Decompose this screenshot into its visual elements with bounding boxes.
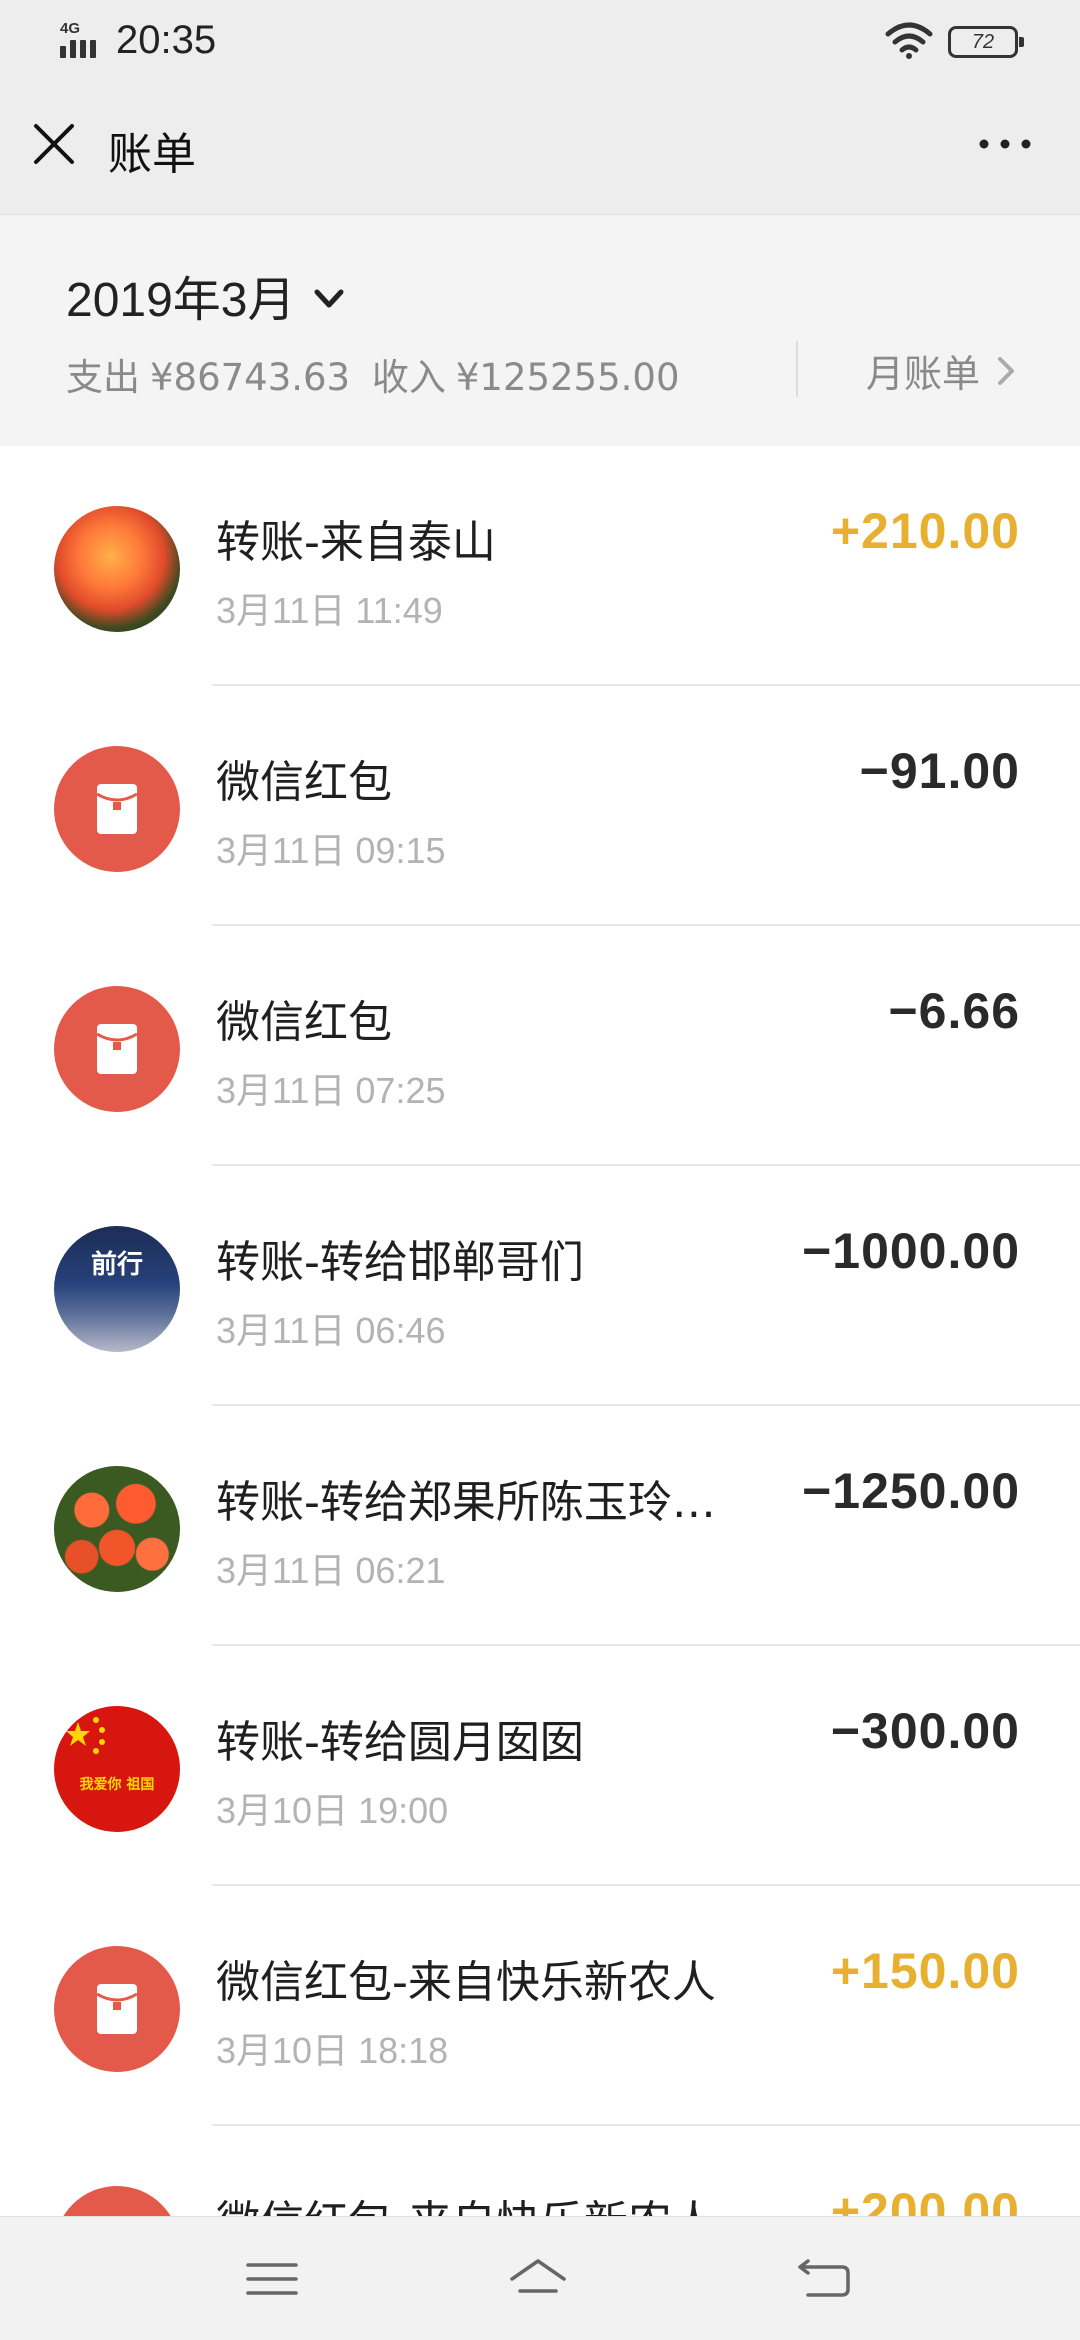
monthly-bill-label: 月账单 bbox=[866, 352, 981, 396]
red-packet-icon bbox=[54, 746, 180, 872]
transaction-amount: +150.00 bbox=[830, 1943, 1020, 1999]
income-label: 收入 bbox=[371, 356, 446, 399]
transaction-time: 3月11日 11:49 bbox=[216, 590, 443, 631]
signal-icon: 4G bbox=[58, 20, 108, 58]
peach-avatar bbox=[54, 506, 180, 632]
transaction-name: 微信红包 bbox=[216, 997, 392, 1048]
chevron-right-icon bbox=[998, 356, 1015, 385]
transaction-time: 3月10日 19:00 bbox=[216, 1790, 449, 1831]
transaction-amount: +210.00 bbox=[830, 503, 1020, 559]
transaction-row[interactable]: 转账-转给郑果所陈玉玲… 3月11日 06:21 −1250.00 bbox=[0, 1406, 1080, 1646]
close-icon[interactable] bbox=[28, 118, 80, 170]
home-icon[interactable] bbox=[506, 2247, 570, 2311]
status-bar: 4G 20:35 72 bbox=[0, 0, 1080, 88]
divider bbox=[796, 341, 798, 397]
expense-value: ¥86743.63 bbox=[150, 356, 351, 399]
transaction-row[interactable]: 微信红包 3月11日 07:25 −6.66 bbox=[0, 926, 1080, 1166]
title-bar: 账单 bbox=[0, 88, 1080, 214]
transaction-name: 转账-转给邯郸哥们 bbox=[216, 1237, 584, 1288]
month-picker[interactable]: 2019年3月 bbox=[66, 265, 349, 327]
wifi-icon bbox=[885, 22, 933, 59]
transaction-amount: −6.66 bbox=[888, 983, 1020, 1039]
transaction-amount: −1000.00 bbox=[802, 1223, 1020, 1279]
transaction-row[interactable]: 微信红包 3月11日 09:15 −91.00 bbox=[0, 686, 1080, 926]
totals: 支出 ¥86743.63 收入 ¥125255.00 bbox=[66, 347, 690, 401]
transaction-time: 3月11日 07:25 bbox=[216, 1070, 446, 1111]
transaction-name: 微信红包-来自快乐新农人 bbox=[216, 1957, 716, 2008]
transaction-time: 3月11日 06:21 bbox=[216, 1550, 446, 1591]
transaction-row[interactable]: 转账-来自泰山 3月11日 11:49 +210.00 bbox=[0, 446, 1080, 686]
red-packet-icon bbox=[54, 986, 180, 1112]
page-title: 账单 bbox=[108, 129, 196, 180]
system-nav-bar bbox=[0, 2216, 1080, 2340]
menu-icon[interactable] bbox=[240, 2247, 304, 2311]
month-summary: 2019年3月 支出 ¥86743.63 收入 ¥125255.00 月账单 bbox=[0, 214, 1080, 446]
network-type: 4G bbox=[60, 20, 81, 37]
red-packet-icon bbox=[54, 1946, 180, 2072]
flag-avatar: 我爱你 祖国 bbox=[54, 1706, 180, 1832]
peaches-avatar bbox=[54, 1466, 180, 1592]
expense-label: 支出 bbox=[66, 356, 140, 399]
back-icon[interactable] bbox=[792, 2247, 856, 2311]
transaction-time: 3月11日 09:15 bbox=[216, 830, 446, 871]
transaction-name: 转账-转给郑果所陈玉玲… bbox=[216, 1477, 716, 1528]
avatar-text: 我爱你 祖国 bbox=[79, 1777, 155, 1793]
more-icon[interactable] bbox=[970, 118, 1040, 170]
transaction-list: 转账-来自泰山 3月11日 11:49 +210.00 微信红包 3月11日 0… bbox=[0, 446, 1080, 2340]
monthly-bill-link[interactable]: 月账单 bbox=[866, 343, 1020, 398]
transaction-row[interactable]: 前行 转账-转给邯郸哥们 3月11日 06:46 −1000.00 bbox=[0, 1166, 1080, 1406]
chevron-down-icon bbox=[314, 289, 344, 308]
avatar-text: 前行 bbox=[90, 1250, 143, 1280]
battery-indicator: 72 bbox=[948, 26, 1024, 58]
income-value: ¥125255.00 bbox=[455, 356, 680, 399]
transaction-row[interactable]: 微信红包-来自快乐新农人 3月10日 18:18 +150.00 bbox=[0, 1886, 1080, 2126]
transaction-name: 转账-转给圆月囡囡 bbox=[216, 1717, 584, 1768]
transaction-name: 微信红包 bbox=[216, 757, 392, 808]
transaction-name: 转账-来自泰山 bbox=[216, 517, 496, 568]
month-label: 2019年3月 bbox=[66, 274, 296, 327]
transaction-time: 3月10日 18:18 bbox=[216, 2030, 449, 2071]
transaction-amount: −1250.00 bbox=[802, 1463, 1020, 1519]
clock: 20:35 bbox=[116, 18, 217, 62]
transaction-amount: −91.00 bbox=[859, 743, 1020, 799]
transaction-row[interactable]: 我爱你 祖国 转账-转给圆月囡囡 3月10日 19:00 −300.00 bbox=[0, 1646, 1080, 1886]
book-cover-avatar: 前行 bbox=[54, 1226, 180, 1352]
transaction-amount: −300.00 bbox=[830, 1703, 1020, 1759]
transaction-time: 3月11日 06:46 bbox=[216, 1310, 446, 1351]
